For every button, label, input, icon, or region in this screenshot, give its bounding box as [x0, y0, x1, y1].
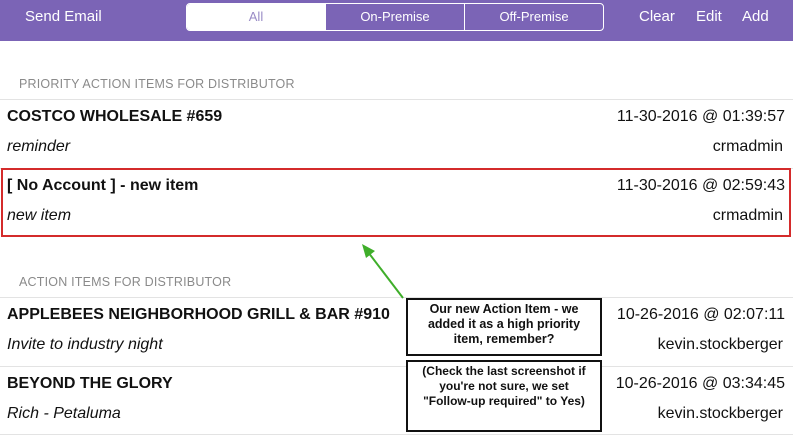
item-note: Invite to industry night	[7, 336, 163, 353]
item-date: 10-26-2016 @ 03:34:45	[615, 375, 785, 392]
item-note: Rich - Petaluma	[7, 405, 121, 422]
priority-section-header: PRIORITY ACTION ITEMS FOR DISTRIBUTOR	[19, 77, 295, 91]
edit-button[interactable]: Edit	[696, 0, 722, 34]
item-title: BEYOND THE GLORY	[7, 375, 173, 392]
item-user: crmadmin	[712, 138, 783, 155]
list-item[interactable]: [ No Account ] - new item 11-30-2016 @ 0…	[0, 169, 793, 239]
item-date: 11-30-2016 @ 02:59:43	[616, 177, 785, 194]
send-email-button[interactable]: Send Email	[25, 0, 102, 34]
item-user: kevin.stockberger	[657, 405, 783, 422]
top-toolbar: Send Email All On-Premise Off-Premise Cl…	[0, 0, 793, 41]
callout-note: Our new Action Item - we added it as a h…	[406, 298, 602, 356]
list-item[interactable]: BEYOND THE GLORY 10-26-2016 @ 03:34:45 R…	[0, 367, 793, 437]
list-item[interactable]: APPLEBEES NEIGHBORHOOD GRILL & BAR #910 …	[0, 298, 793, 368]
filter-segmented-control: All On-Premise Off-Premise	[186, 3, 604, 31]
item-date: 10-26-2016 @ 02:07:11	[616, 306, 785, 323]
add-button[interactable]: Add	[742, 0, 769, 34]
segment-on-premise[interactable]: On-Premise	[325, 4, 464, 30]
item-title: COSTCO WHOLESALE #659	[7, 108, 223, 125]
callout-note-secondary: (Check the last screenshot if you're not…	[406, 360, 602, 432]
item-title: APPLEBEES NEIGHBORHOOD GRILL & BAR #910	[7, 306, 390, 323]
item-note: reminder	[7, 138, 71, 155]
item-date: 11-30-2016 @ 01:39:57	[616, 108, 785, 125]
list-item[interactable]: COSTCO WHOLESALE #659 11-30-2016 @ 01:39…	[0, 100, 793, 170]
segment-all[interactable]: All	[187, 4, 325, 30]
action-section-header: ACTION ITEMS FOR DISTRIBUTOR	[19, 275, 232, 289]
item-note: new item	[7, 207, 72, 224]
item-user: kevin.stockberger	[657, 336, 783, 353]
segment-off-premise[interactable]: Off-Premise	[464, 4, 603, 30]
item-user: crmadmin	[712, 207, 783, 224]
clear-button[interactable]: Clear	[639, 0, 675, 34]
item-title: [ No Account ] - new item	[7, 177, 199, 194]
divider	[0, 434, 793, 435]
